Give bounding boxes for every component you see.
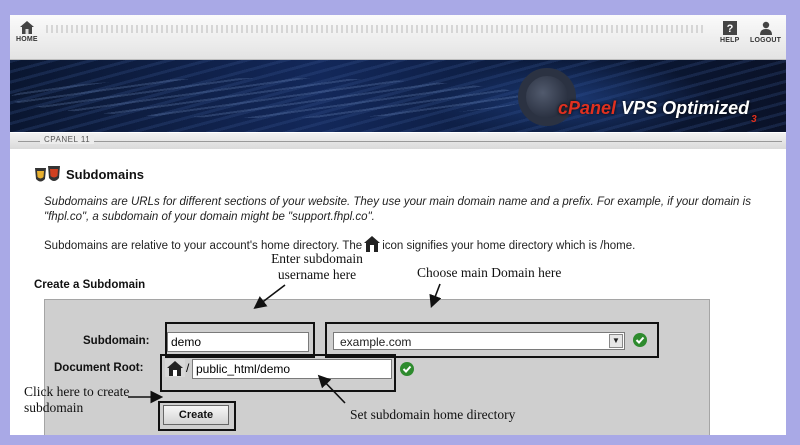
home-directory-icon: [364, 236, 381, 252]
page-description: Subdomains are URLs for different sectio…: [44, 196, 751, 223]
chevron-down-icon: ▼: [609, 334, 623, 348]
subdomain-label: Subdomain:: [83, 335, 150, 347]
cpanel-banner: cPanel VPS Optimized3: [10, 60, 786, 132]
annotation-set-home: Set subdomain home directory: [350, 407, 516, 422]
annotation-click-create: Click here to create subdomain: [24, 384, 130, 415]
create-subdomain-heading: Create a Subdomain: [34, 279, 146, 291]
banner-swoosh: [10, 78, 530, 118]
help-label: HELP: [720, 37, 740, 44]
brand-c: c: [558, 98, 569, 118]
cpanel-brand: cPanel VPS Optimized3: [558, 98, 757, 125]
annotation-enter-subdomain: Enter subdomain username here: [271, 251, 363, 282]
home-directory-icon: [165, 359, 185, 377]
cpanel-version-bar: CPANEL 11: [10, 133, 786, 149]
check-valid-icon: [400, 362, 414, 376]
cpanel-version-tag: CPANEL 11: [40, 135, 95, 144]
home-icon: [19, 21, 34, 34]
home-label: HOME: [16, 36, 38, 43]
logout-user-icon: [759, 21, 772, 35]
annotation-choose-domain: Choose main Domain here: [417, 265, 562, 280]
help-icon: ?: [722, 21, 737, 35]
cpanel-window: HOME ? HELP LOGOUT cPanel VPS Optimized3…: [10, 15, 786, 435]
document-root-input[interactable]: [192, 359, 392, 379]
create-button[interactable]: Create: [163, 405, 229, 425]
help-button[interactable]: ? HELP: [720, 21, 739, 44]
home-note-text-end: icon signifies your home directory which…: [382, 240, 636, 252]
path-separator: /: [186, 361, 190, 375]
logout-label: LOGOUT: [750, 37, 782, 44]
brand-panel: Panel: [568, 98, 617, 118]
home-button[interactable]: HOME: [16, 21, 38, 43]
page-heading: Subdomains: [34, 165, 144, 187]
nav-decoration: [46, 25, 706, 33]
svg-text:?: ?: [726, 23, 733, 35]
home-directory-note: Subdomains are relative to your account'…: [44, 236, 734, 254]
divider: [18, 141, 782, 142]
domain-select[interactable]: example.com ▼: [333, 332, 625, 350]
subdomains-icon: [35, 166, 60, 182]
subdomain-input[interactable]: [167, 332, 309, 352]
domain-select-value: example.com: [340, 335, 412, 349]
check-valid-icon: [633, 333, 647, 347]
brand-rest: VPS Optimized: [621, 98, 750, 118]
logout-button[interactable]: LOGOUT: [750, 21, 781, 44]
page-title: Subdomains: [66, 167, 145, 182]
document-root-label: Document Root:: [54, 362, 144, 374]
top-nav-bar: HOME ? HELP LOGOUT: [10, 15, 786, 60]
brand-version: 3: [751, 114, 757, 125]
